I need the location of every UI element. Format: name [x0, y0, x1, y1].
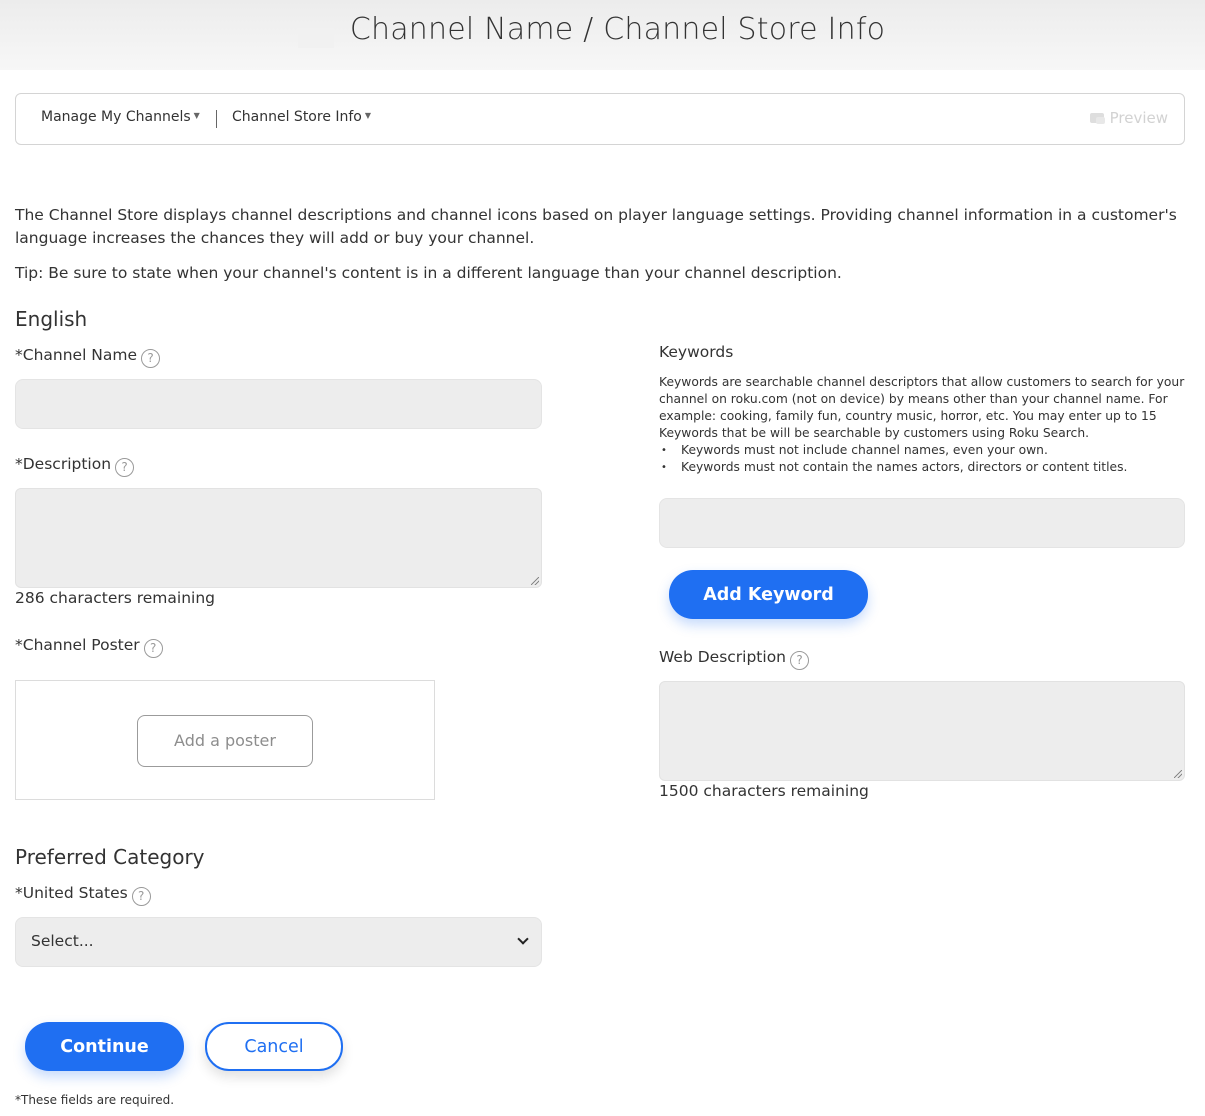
add-keyword-button[interactable]: Add Keyword [669, 570, 868, 619]
language-tip: Tip: Be sure to state when your channel'… [15, 264, 842, 282]
chevron-down-icon: ▼ [193, 111, 200, 120]
breadcrumb-nav: Manage My Channels ▼ Channel Store Info ▼ … [15, 93, 1185, 145]
keyword-input[interactable] [659, 498, 1185, 548]
nav-channel-store-info[interactable]: Channel Store Info ▼ [232, 109, 371, 125]
web-description-label: Web Description? [659, 648, 809, 670]
united-states-label-text: *United States [15, 884, 128, 902]
channel-name-label-text: *Channel Name [15, 346, 138, 364]
help-icon[interactable]: ? [790, 651, 809, 670]
help-icon[interactable]: ? [143, 639, 163, 658]
keywords-rule: Keywords must not contain the names acto… [659, 459, 1185, 476]
nav-store-info-label: Channel Store Info [232, 109, 362, 125]
description-label: *Description? [15, 455, 135, 477]
preview-button[interactable]: Preview [1089, 109, 1168, 127]
chevron-down-icon: ▼ [364, 111, 372, 120]
keywords-label: Keywords [659, 343, 734, 361]
web-description-label-text: Web Description [659, 648, 786, 666]
intro-paragraph: The Channel Store displays channel descr… [15, 206, 1177, 247]
page-title: Channel Name / Channel Store Info [349, 12, 886, 47]
keywords-help-text: Keywords are searchable channel descript… [659, 375, 1185, 440]
poster-upload-area: Add a poster [15, 680, 435, 800]
description-label-text: *Description [15, 455, 112, 473]
nav-divider [216, 110, 217, 128]
preview-label: Preview [1109, 109, 1168, 127]
keywords-rule: Keywords must not include channel names,… [659, 442, 1185, 459]
english-section-title: English [15, 307, 88, 331]
channel-poster-label-text: *Channel Poster [15, 636, 140, 654]
channel-name-label: *Channel Name? [15, 346, 161, 368]
web-description-textarea[interactable] [659, 681, 1185, 781]
web-description-char-counter: 1500 characters remaining [659, 782, 869, 800]
description-char-counter: 286 characters remaining [15, 589, 216, 607]
united-states-label: *United States? [15, 884, 151, 906]
nav-manage-my-channels[interactable]: Manage My Channels ▼ [41, 109, 200, 125]
category-selected-value: Select... [31, 932, 94, 950]
keywords-rules-list: Keywords must not include channel names,… [659, 442, 1185, 476]
page-header: Channel Name / Channel Store Info [0, 0, 1205, 70]
cancel-button[interactable]: Cancel [205, 1022, 343, 1071]
continue-button[interactable]: Continue [25, 1022, 184, 1071]
resize-handle-icon[interactable] [531, 577, 539, 585]
channel-poster-label: *Channel Poster? [15, 636, 163, 658]
keywords-help: Keywords are searchable channel descript… [659, 374, 1185, 476]
description-textarea[interactable] [15, 488, 542, 588]
channel-name-input[interactable] [15, 379, 542, 429]
category-select[interactable]: Select... [15, 917, 542, 967]
help-icon[interactable]: ? [115, 458, 135, 477]
help-icon[interactable]: ? [141, 349, 161, 368]
nav-manage-label: Manage My Channels [41, 109, 191, 125]
chevron-down-icon [517, 933, 529, 945]
preview-icon [1089, 113, 1105, 124]
required-fields-note: *These fields are required. [15, 1093, 175, 1107]
help-icon[interactable]: ? [131, 887, 151, 906]
resize-handle-icon[interactable] [1174, 770, 1182, 778]
preferred-category-title: Preferred Category [15, 845, 205, 869]
add-poster-button[interactable]: Add a poster [137, 715, 313, 767]
